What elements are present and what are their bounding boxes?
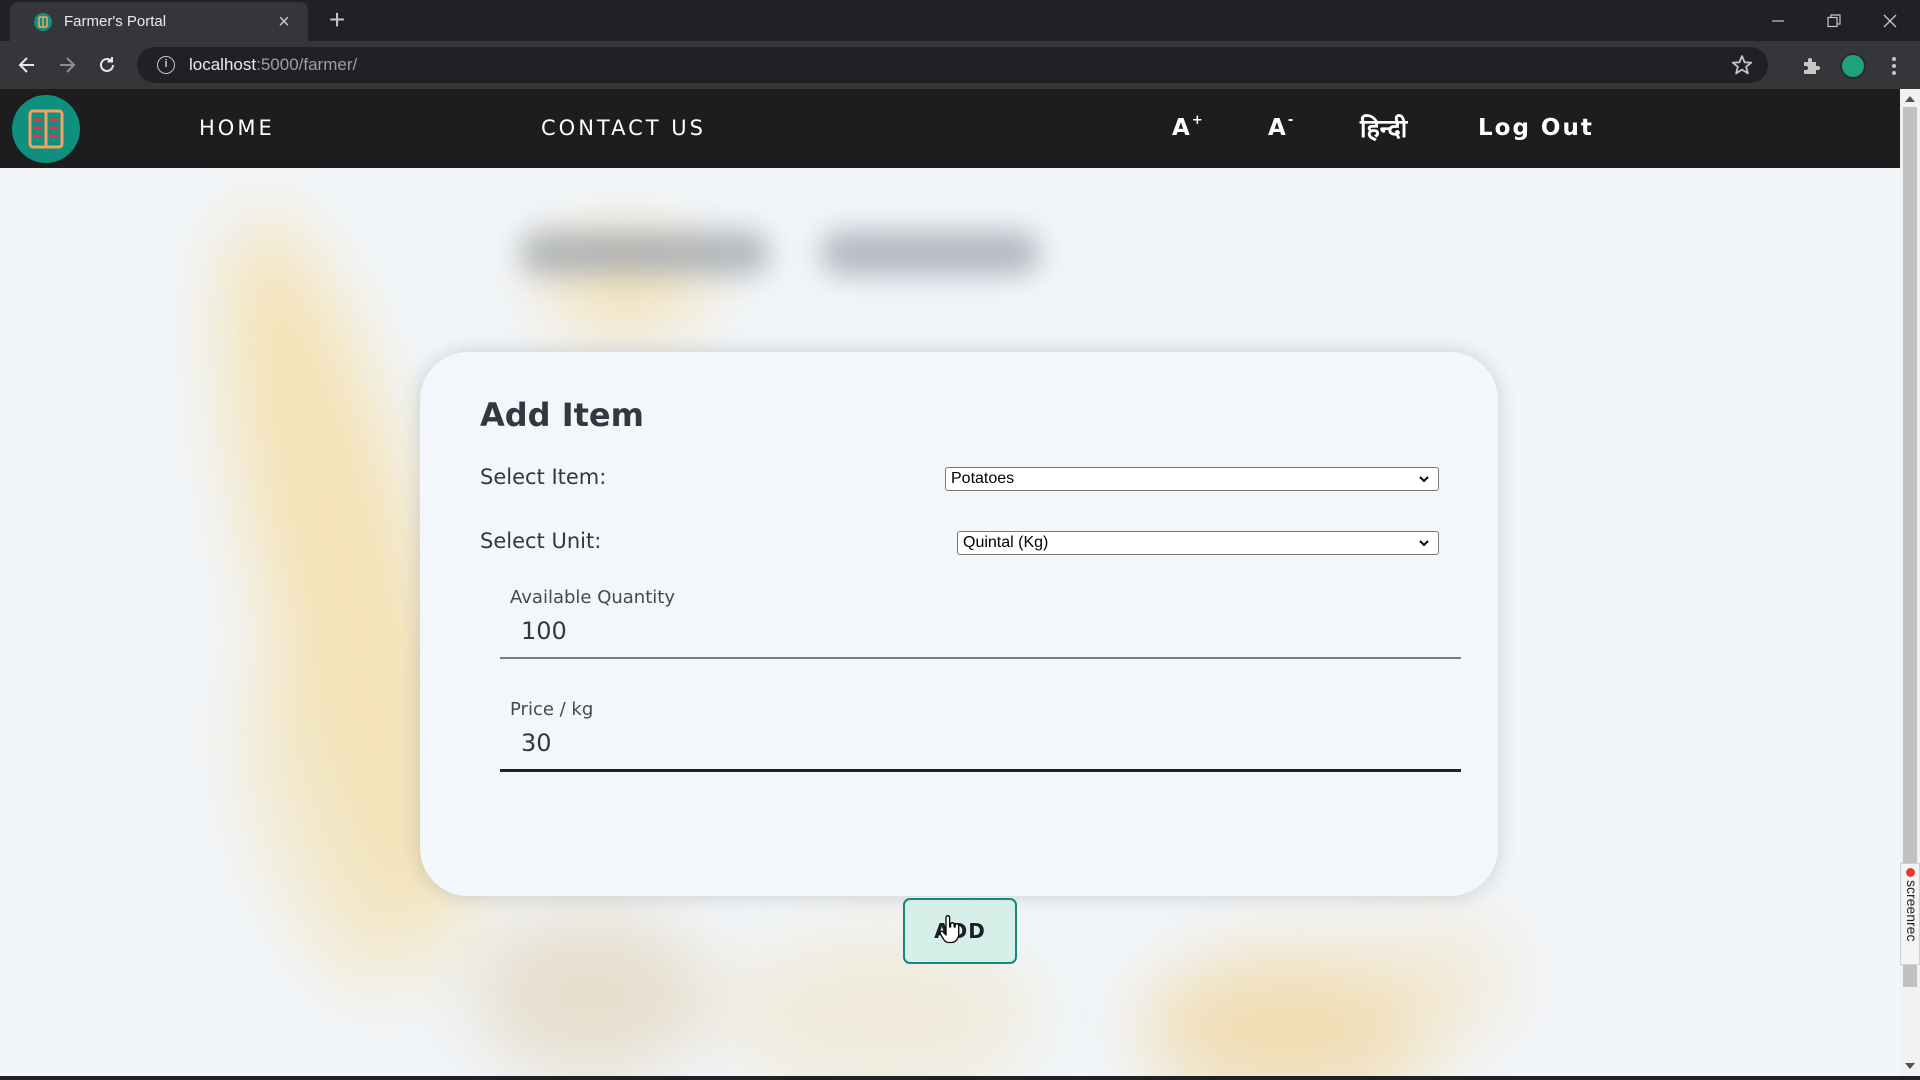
unit-select-label: Select Unit: [480,529,602,553]
bookmark-star-icon[interactable] [1730,53,1754,77]
font-increase-button[interactable]: A + [1172,89,1203,168]
forward-arrow-icon[interactable] [51,49,83,81]
form-title: Add Item [480,396,644,434]
page-viewport: HOME CONTACT US A + A- हिन्दी Log Out Add… [0,89,1900,1076]
nav-home-link[interactable]: HOME [199,89,275,168]
language-toggle-link[interactable]: हिन्दी [1360,89,1407,168]
nav-contact-link[interactable]: CONTACT US [541,89,706,168]
font-decrease-button[interactable]: A- [1268,89,1293,168]
font-increase-sign: + [1191,113,1203,128]
screen-recorder-badge[interactable]: screenrec [1900,863,1920,965]
close-tab-icon[interactable]: × [272,10,296,34]
minimize-icon[interactable] [1750,0,1806,41]
scroll-down-arrow-icon[interactable] [1905,1063,1915,1069]
quantity-field: Available Quantity [500,585,1461,665]
price-label: Price / kg [510,699,594,720]
tab-title: Farmer's Portal [64,13,167,30]
url-path: :5000/farmer/ [256,55,358,74]
farm-logo-icon[interactable] [12,95,80,163]
url-host: localhost [189,55,257,74]
item-select[interactable]: Potatoes [945,467,1439,491]
new-tab-icon[interactable]: + [322,6,352,36]
back-arrow-icon[interactable] [11,49,43,81]
font-decrease-sign: - [1287,113,1294,128]
price-field: Price / kg [500,697,1461,777]
scroll-up-arrow-icon[interactable] [1905,96,1915,102]
item-select-label: Select Item: [480,465,607,489]
logout-link[interactable]: Log Out [1478,89,1594,168]
unit-select-value: Quintal (Kg) [963,534,1049,551]
browser-menu-icon[interactable] [1882,53,1906,79]
record-dot-icon [1906,868,1915,877]
add-item-card: Add Item Select Item: Potatoes Select Un… [420,352,1498,964]
unit-select[interactable]: Quintal (Kg) [957,531,1439,555]
profile-avatar-icon[interactable] [1840,53,1866,79]
scrollbar-thumb[interactable] [1903,107,1917,987]
item-select-value: Potatoes [951,470,1015,487]
blurred-page-heading [500,199,1080,319]
add-button[interactable]: ADD [903,898,1017,964]
quantity-label: Available Quantity [510,587,675,608]
quantity-underline [500,657,1461,659]
price-input[interactable] [500,723,1461,763]
chevron-down-icon [1419,476,1429,483]
restore-icon[interactable] [1806,0,1862,41]
chevron-down-icon [1419,540,1429,547]
browser-tab-strip: Farmer's Portal × + [0,0,1920,41]
browser-toolbar: i localhost:5000/farmer/ [0,41,1920,89]
font-decrease-letter: A [1268,115,1286,141]
price-underline [500,769,1461,772]
quantity-input[interactable] [500,611,1461,651]
recorder-label: screenrec [1904,880,1920,942]
reload-icon[interactable] [91,49,123,81]
window-bottom-border [0,1076,1920,1080]
close-window-icon[interactable] [1862,0,1918,41]
font-increase-letter: A [1172,115,1190,141]
site-navbar: HOME CONTACT US A + A- हिन्दी Log Out [0,89,1900,168]
farm-favicon-icon [34,12,52,31]
extensions-puzzle-icon[interactable] [1800,54,1824,78]
address-bar[interactable]: i localhost:5000/farmer/ [137,47,1768,83]
site-info-icon[interactable]: i [157,56,175,74]
browser-tab[interactable]: Farmer's Portal × [10,2,308,41]
